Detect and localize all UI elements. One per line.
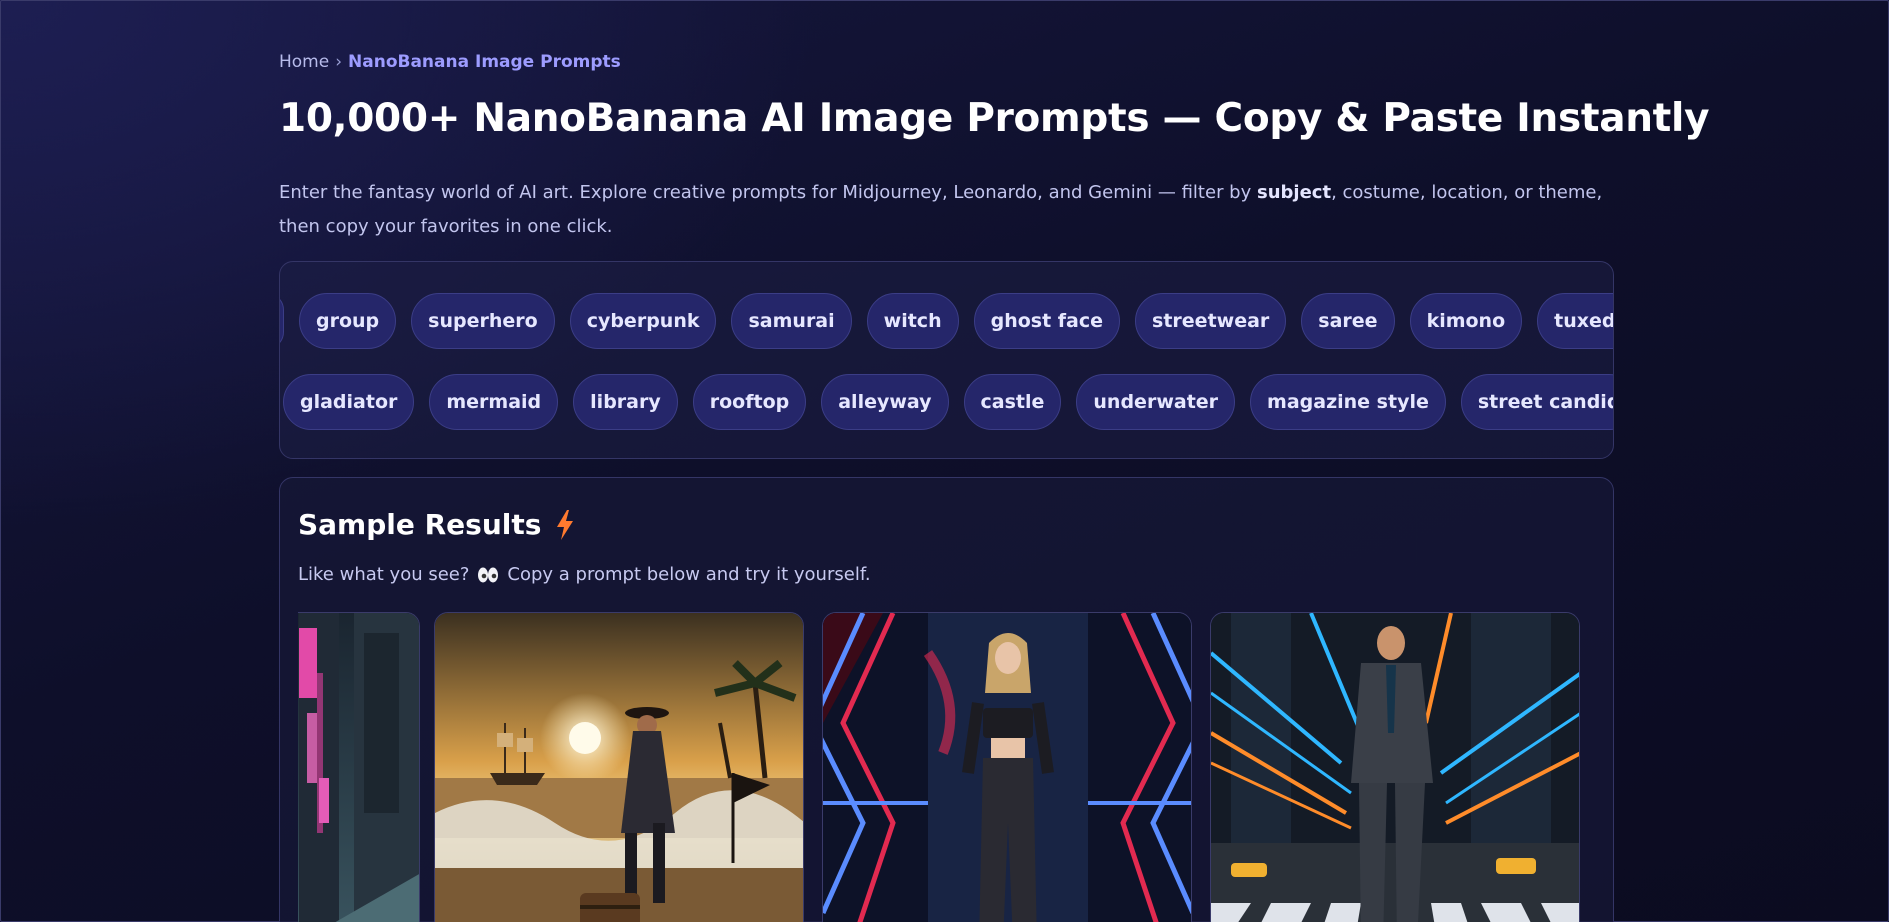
results-subtitle: Like what you see? Copy a prompt below a…: [298, 564, 871, 585]
tag-street-candid[interactable]: street candid: [1460, 374, 1613, 430]
tag-cyberpunk[interactable]: cyberpunk: [569, 293, 717, 349]
tag-streetwear[interactable]: streetwear: [1135, 293, 1287, 349]
sample-gallery: [298, 612, 1598, 922]
tag-magazine-style[interactable]: magazine style: [1250, 374, 1446, 430]
page-title: 10,000+ NanoBanana AI Image Prompts — Co…: [279, 96, 1710, 141]
breadcrumb-home-link[interactable]: Home: [279, 52, 329, 72]
tag-samurai[interactable]: samurai: [731, 293, 852, 349]
tag-ghost-face[interactable]: ghost face: [973, 293, 1121, 349]
tag-row-1: group superhero cyberpunk samurai witch ghost…: [280, 293, 1613, 349]
description-bold-subject: subject: [1257, 182, 1332, 203]
tag-row-2: gladiator mermaid library rooftop alleyway ca…: [283, 374, 1613, 430]
tag-partial[interactable]: [280, 293, 284, 349]
tag-saree[interactable]: saree: [1301, 293, 1395, 349]
tag-underwater[interactable]: underwater: [1076, 374, 1236, 430]
page-description: Enter the fantasy world of AI art. Explo…: [279, 176, 1614, 244]
sample-results-panel: Sample Results Like what you see? Copy a…: [279, 477, 1614, 922]
tag-castle[interactable]: castle: [963, 374, 1062, 430]
lightning-bolt-icon: [557, 509, 574, 540]
tag-library[interactable]: library: [573, 374, 678, 430]
results-subtitle-text-2: Copy a prompt below and try it yourself.: [507, 564, 871, 585]
description-text-1: Enter the fantasy world of AI art. Explo…: [279, 182, 1257, 203]
tag-tuxedo[interactable]: tuxedo: [1537, 293, 1613, 349]
tag-rooftop[interactable]: rooftop: [692, 374, 807, 430]
tag-kimono[interactable]: kimono: [1409, 293, 1523, 349]
eyes-icon: [478, 567, 499, 582]
tag-mermaid[interactable]: mermaid: [429, 374, 559, 430]
tag-gladiator[interactable]: gladiator: [283, 374, 415, 430]
tag-alleyway[interactable]: alleyway: [821, 374, 949, 430]
tag-filter-panel: group superhero cyberpunk samurai witch ghost…: [279, 261, 1614, 459]
sample-image-city-businessman[interactable]: [1210, 612, 1580, 922]
results-subtitle-text-1: Like what you see?: [298, 564, 470, 585]
sample-image-cyberpunk-alley[interactable]: [298, 612, 420, 922]
sample-image-runway-model[interactable]: [822, 612, 1192, 922]
breadcrumb-separator: ›: [335, 52, 343, 72]
results-title: Sample Results: [298, 508, 575, 541]
breadcrumb-current: NanoBanana Image Prompts: [348, 52, 621, 72]
results-title-text: Sample Results: [298, 508, 542, 541]
tag-superhero[interactable]: superhero: [411, 293, 555, 349]
tag-group[interactable]: group: [299, 293, 397, 349]
sample-image-pirate-beach[interactable]: [434, 612, 804, 922]
tag-witch[interactable]: witch: [866, 293, 959, 349]
breadcrumb: Home › NanoBanana Image Prompts: [279, 52, 621, 72]
